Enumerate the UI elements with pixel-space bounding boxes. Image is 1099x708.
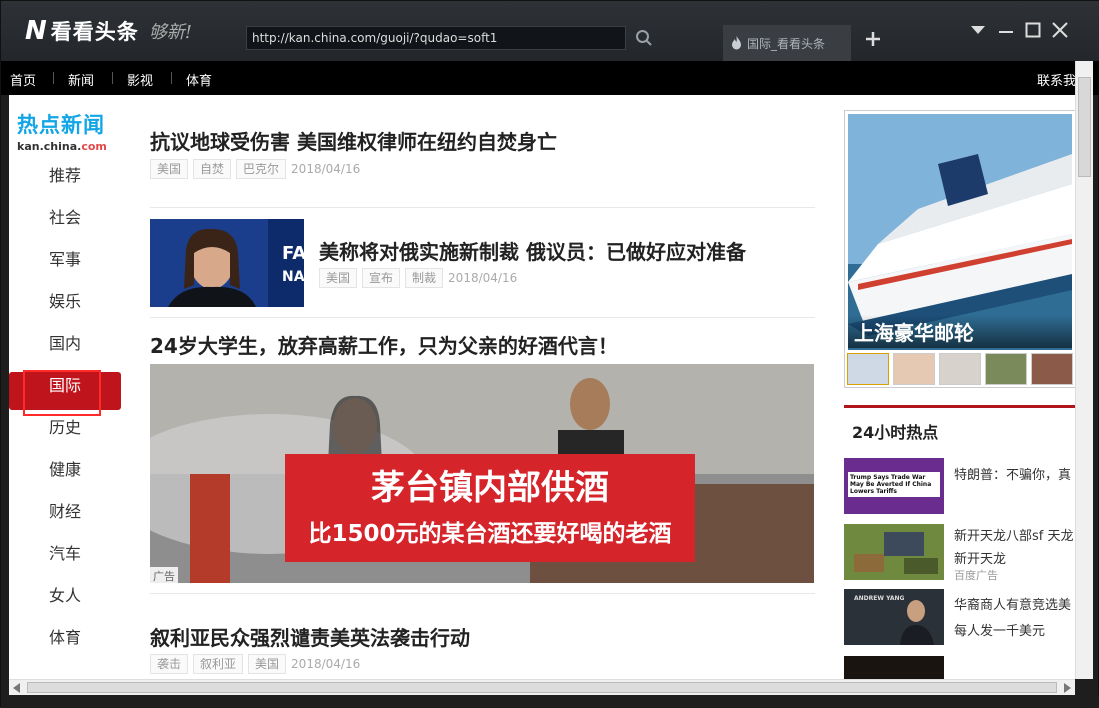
divider [150,207,815,208]
nav-item-sports[interactable]: 体育 [186,70,212,89]
hot-item-subtitle[interactable]: 每人发一千美元 [954,620,1045,639]
person-image [900,600,934,645]
thumbnail[interactable] [985,353,1027,385]
category-auto[interactable]: 汽车 [9,540,121,578]
article-date: 2018/04/16 [448,271,518,285]
article-title[interactable]: 叙利亚民众强烈谴责美英法袭击行动 [150,622,470,651]
hot-item-subtitle[interactable]: 新开天龙 [954,548,1006,567]
thumbnail[interactable] [893,353,935,385]
ad-banner-image[interactable]: 茅台镇内部供酒 比1500元的某台酒还要好喝的老酒 广告 [150,364,814,583]
side-ad[interactable]: 上海豪华邮轮 [844,110,1075,388]
thumbnail[interactable] [1031,353,1073,385]
hot-section-title: 24小时热点 [852,423,939,442]
category-military[interactable]: 军事 [9,246,121,284]
app-name: 看看头条 [50,20,139,44]
article-date: 2018/04/16 [291,162,361,176]
article-tags: 美国 宣布 制裁 2018/04/16 [319,268,517,288]
article-tag[interactable]: 美国 [248,654,287,674]
article-tag[interactable]: 袭击 [150,654,189,674]
new-tab-plus-icon[interactable] [863,29,883,49]
svg-text:FA: FA [282,243,304,264]
nav-item-contact[interactable]: 联系我 [1037,70,1076,89]
category-health[interactable]: 健康 [9,456,121,494]
category-domestic[interactable]: 国内 [9,330,121,368]
category-history[interactable]: 历史 [9,414,121,452]
thumbnail[interactable] [847,353,889,385]
side-ad-thumbnails [847,353,1075,387]
ad-label: 广告 [150,567,178,583]
app-slogan: 够新! [148,22,192,43]
article-tag[interactable]: 宣布 [362,268,401,288]
address-bar[interactable]: http://kan.china.com/guoji/?qudao=soft1 [246,26,626,50]
ad-banner-line1: 茅台镇内部供酒 [371,468,609,508]
maximize-icon[interactable] [1024,21,1042,39]
hot-item-source: 百度广告 [954,569,998,582]
close-icon[interactable] [1051,21,1069,39]
ad-banner-line2: 比1500元的某台酒还要好喝的老酒 [308,521,672,547]
hot-section-rule [844,405,1075,408]
article-tag[interactable]: 自焚 [193,159,232,179]
brand-title: 热点新闻 [17,113,105,137]
divider [150,317,815,318]
nav-item-video[interactable]: 影视 [127,70,153,89]
article-tags: 美国 自焚 巴克尔 2018/04/16 [150,159,360,179]
vertical-scroll-thumb[interactable] [1078,77,1091,177]
thumbnail[interactable] [939,353,981,385]
article-tag[interactable]: 叙利亚 [193,654,244,674]
article-tag[interactable]: 巴克尔 [236,159,287,179]
category-women[interactable]: 女人 [9,582,121,620]
vertical-scrollbar[interactable] [1075,61,1093,679]
category-recommend[interactable]: 推荐 [9,162,121,200]
svg-text:NA: NA [282,269,304,285]
title-bar: N 看看头条 够新! http://kan.china.com/guoji/?q… [1,1,1099,61]
nav-separator [112,72,113,84]
logo-letter: N [25,16,47,46]
nav-item-home[interactable]: 首页 [10,70,36,89]
article-title[interactable]: 美称将对俄实施新制裁 俄议员：已做好应对准备 [319,236,746,265]
category-entertainment[interactable]: 娱乐 [9,288,121,326]
hot-thumbnail[interactable] [844,656,944,679]
article-tag[interactable]: 美国 [319,268,358,288]
window-bottom-edge [1,695,1099,708]
browser-tab[interactable]: 国际_看看头条 [723,25,851,61]
category-sports[interactable]: 体育 [9,624,121,662]
divider [150,593,815,594]
hot-item-title[interactable]: 特朗普：不骗你，真 [954,464,1071,483]
category-society[interactable]: 社会 [9,204,121,242]
side-ad-caption: 上海豪华邮轮 [848,315,1072,348]
hot-thumbnail[interactable] [844,524,944,580]
hot-thumbnail[interactable]: ANDREW YANG [844,589,944,645]
hot-item-title[interactable]: 华裔商人有意竞选美 [954,594,1071,613]
article-tag[interactable]: 美国 [150,159,189,179]
article-date: 2018/04/16 [291,657,361,671]
nav-separator [53,72,54,84]
nav-separator [171,72,172,84]
horizontal-scrollbar[interactable] [9,679,1075,695]
horizontal-scroll-thumb[interactable] [27,682,1057,693]
browser-window: N 看看头条 够新! http://kan.china.com/guoji/?q… [0,0,1099,708]
tab-title: 国际_看看头条 [747,37,826,51]
article-title[interactable]: 抗议地球受伤害 美国维权律师在纽约自焚身亡 [150,126,557,155]
scroll-left-arrow-icon[interactable] [13,683,21,693]
site-brand[interactable]: 热点新闻 kan.china.com [17,109,117,153]
hot-item-title[interactable]: 新开天龙八部sf 天龙 [954,525,1073,544]
app-logo: N 看看头条 够新! [25,15,192,47]
menu-dropdown-icon[interactable] [969,21,987,39]
article-tags: 袭击 叙利亚 美国 2018/04/16 [150,654,360,674]
category-international[interactable]: 国际 [9,370,121,416]
category-finance[interactable]: 财经 [9,498,121,536]
nav-bar: 首页 新闻 影视 体育 联系我 [1,61,1099,95]
search-icon[interactable] [635,29,653,47]
nav-item-news[interactable]: 新闻 [68,70,94,89]
scroll-right-arrow-icon[interactable] [1063,683,1071,693]
brand-domain: kan.china.com [17,140,107,153]
hot-thumbnail-text: Trump Says Trade War May Be Averted If C… [848,472,940,497]
hot-thumbnail[interactable]: Trump Says Trade War May Be Averted If C… [844,458,944,514]
minimize-icon[interactable] [997,21,1015,39]
fire-icon [732,36,741,50]
article-tag[interactable]: 制裁 [405,268,444,288]
article-title[interactable]: 24岁大学生，放弃高薪工作，只为父亲的好酒代言！ [150,330,618,359]
article-thumbnail[interactable]: FA NA [150,219,304,307]
page-content: 热点新闻 kan.china.com 推荐 社会 军事 娱乐 国内 国际 历史 … [9,95,1075,679]
